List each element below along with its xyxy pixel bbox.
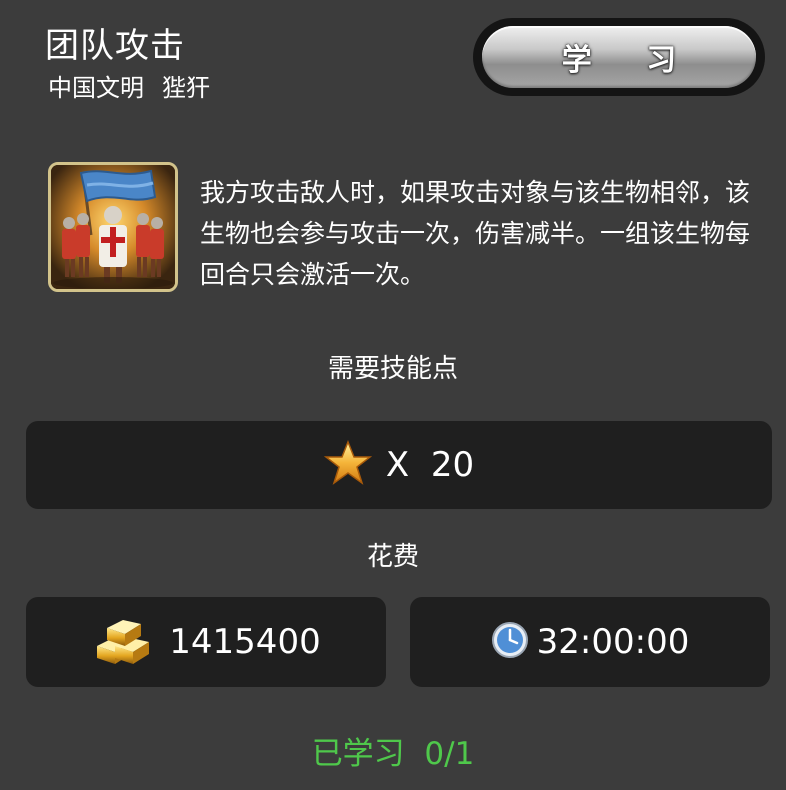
learn-button-label: 学 习 [561, 43, 699, 78]
gold-cost-panel: 1415400 [26, 597, 386, 687]
gold-cost-value: 1415400 [169, 622, 321, 662]
crusader-squad-banner-icon [48, 162, 178, 292]
required-points-label: 需要技能点 [327, 354, 458, 384]
civilization-label: 中国文明 [48, 74, 144, 102]
skill-subtitle: 中国文明 狴犴 [48, 72, 210, 104]
learn-button[interactable]: 学 习 [482, 26, 756, 88]
skill-points-cost: X 20 [385, 445, 475, 485]
time-cost-panel: 32:00:00 [410, 597, 770, 687]
unit-label: 狴犴 [162, 74, 210, 102]
star-icon [323, 439, 373, 490]
learned-progress: 已学习 0/1 [311, 736, 475, 772]
skill-points-panel: X 20 [26, 421, 772, 509]
time-cost-value: 32:00:00 [536, 622, 690, 662]
cost-label: 花费 [366, 542, 419, 572]
gold-bars-icon [91, 612, 155, 672]
clock-icon [491, 621, 529, 663]
skill-description: 我方攻击敌人时，如果攻击对象与该生物相邻，该生物也会参与攻击一次，伤害减半。一组… [200, 178, 751, 289]
skill-title: 团队攻击 [45, 26, 185, 66]
